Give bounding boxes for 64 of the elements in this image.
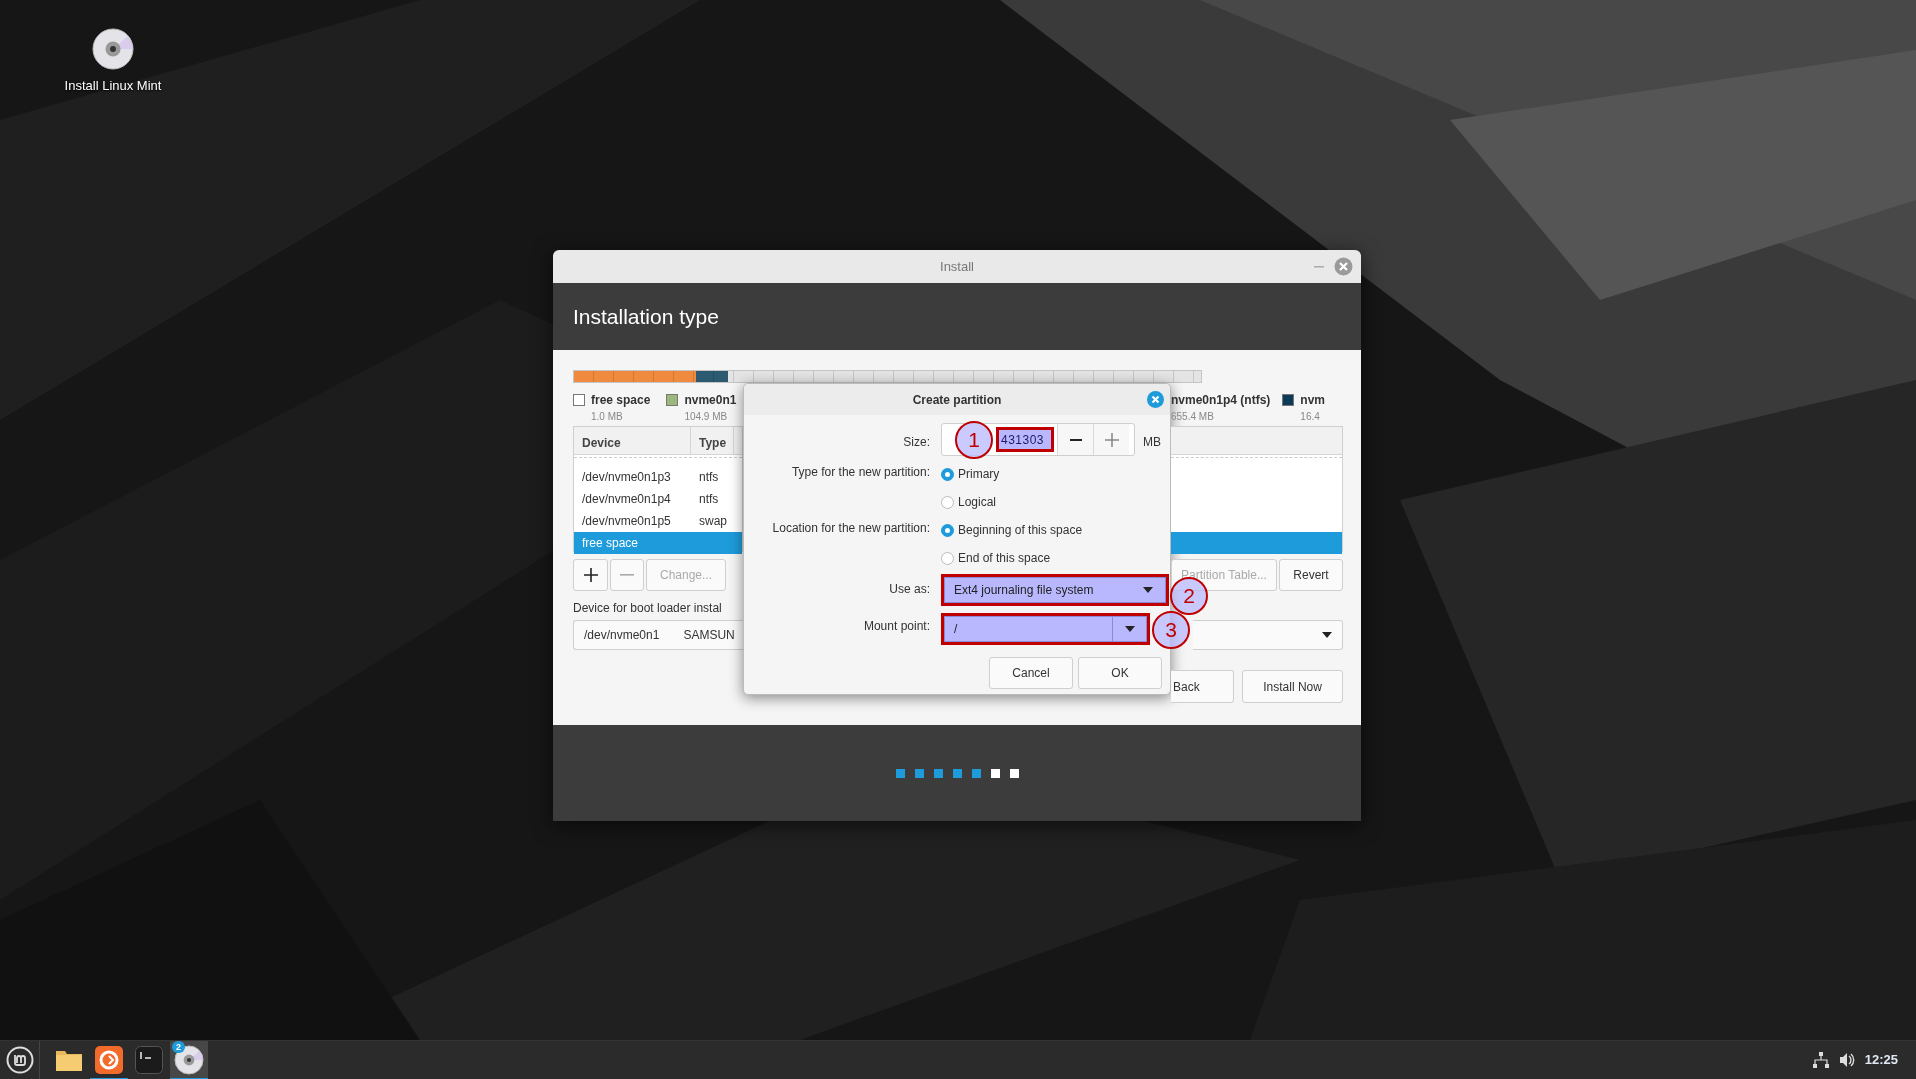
- legend-size: 1.0 MB: [590, 410, 624, 424]
- radio-label[interactable]: Beginning of this space: [958, 521, 1083, 539]
- mount-point-combo[interactable]: /: [944, 616, 1147, 642]
- dialog-button[interactable]: Cancel: [989, 657, 1073, 689]
- field-label: Mount point:: [862, 617, 930, 635]
- page-heading: Installation type: [573, 303, 719, 330]
- radio-button[interactable]: [941, 467, 954, 481]
- caret-icon: [1322, 632, 1332, 638]
- window-title: Install: [940, 257, 974, 276]
- desktop-icon-label[interactable]: Install Linux Mint: [64, 76, 162, 96]
- plus-icon: [583, 568, 598, 582]
- boot-loader-combo[interactable]: /dev/nvme0n1 SAMSUN: [573, 620, 743, 650]
- legend-label: nvm: [1300, 392, 1326, 409]
- plus-icon: [1104, 432, 1119, 447]
- table-row[interactable]: /dev/nvme0n1p4 ntfs: [574, 488, 742, 510]
- decrease-button[interactable]: [1057, 424, 1093, 455]
- table-row[interactable]: /dev/nvme0n1p3 ntfs: [574, 466, 742, 488]
- legend-label: free space: [591, 392, 651, 409]
- volume-icon[interactable]: [1838, 1052, 1855, 1068]
- radio-label[interactable]: Primary: [958, 465, 1000, 483]
- legend-label: nvme0n1p4 (ntfs): [1171, 392, 1271, 409]
- table-row[interactable]: /dev/nvme0n1p5 swap: [574, 510, 742, 532]
- terminal-icon[interactable]: [135, 1046, 163, 1074]
- radio-label[interactable]: End of this space: [958, 549, 1051, 567]
- radio-button[interactable]: [941, 551, 954, 565]
- radio-label[interactable]: Logical: [958, 493, 997, 511]
- caret-icon: [1143, 587, 1153, 593]
- network-icon[interactable]: [1812, 1052, 1829, 1068]
- filesystem-dropdown[interactable]: Ext4 journaling file system: [944, 577, 1166, 603]
- close-icon[interactable]: [1147, 391, 1164, 408]
- notification-badge: 2: [172, 1040, 185, 1053]
- unit-label: MB: [1143, 433, 1161, 451]
- revert-button[interactable]: Revert: [1279, 559, 1343, 591]
- folder-icon[interactable]: [55, 1048, 83, 1072]
- legend-size: 104.9 MB: [683, 410, 729, 424]
- back-button[interactable]: Back: [1171, 670, 1235, 703]
- size-field[interactable]: 431303: [996, 427, 1054, 452]
- legend-size: 16.4: [1299, 410, 1321, 421]
- column-header[interactable]: Type: [691, 427, 734, 454]
- dialog-title: Create partition: [912, 391, 1002, 409]
- add-button[interactable]: [573, 559, 608, 591]
- install-now-button[interactable]: Install Now: [1242, 670, 1343, 703]
- field-label: Location for the new partition:: [771, 520, 930, 537]
- column-header[interactable]: Device: [574, 427, 691, 454]
- close-icon[interactable]: [1334, 257, 1353, 276]
- legend-label: nvme0n1: [684, 392, 737, 409]
- annotation-marker: 1: [955, 421, 993, 459]
- caret-icon: [1124, 626, 1135, 632]
- browser-icon[interactable]: [95, 1046, 123, 1074]
- minus-icon: [1069, 438, 1082, 441]
- disc-icon[interactable]: [92, 28, 134, 70]
- field-label: Type for the new partition:: [790, 464, 930, 481]
- radio-button[interactable]: [941, 523, 954, 537]
- legend-size: 655.4 MB: [1171, 410, 1215, 421]
- field-label: Use as:: [888, 581, 930, 598]
- field-label: Size:: [902, 433, 930, 451]
- radio-button[interactable]: [941, 495, 954, 509]
- annotation-marker: 3: [1152, 611, 1190, 649]
- minus-icon: [620, 574, 634, 576]
- boot-loader-label: Device for boot loader instal: [573, 600, 723, 613]
- dialog-button[interactable]: OK: [1078, 657, 1162, 689]
- menu-icon[interactable]: [5, 1046, 34, 1074]
- size-spinbox[interactable]: 1 431303: [941, 423, 1135, 456]
- clock[interactable]: 12:25: [1864, 1050, 1898, 1070]
